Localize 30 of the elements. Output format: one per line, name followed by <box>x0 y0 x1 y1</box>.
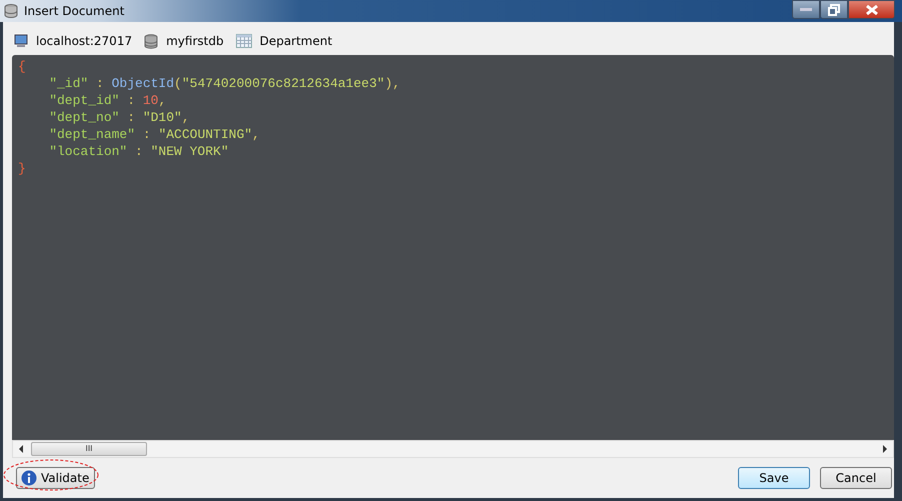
monitor-icon <box>14 34 28 48</box>
code-line: } <box>18 160 26 177</box>
breadcrumb-label: localhost:27017 <box>36 34 132 48</box>
code-line: "location" : "NEW YORK" <box>48 143 229 160</box>
minimize-icon <box>799 6 813 12</box>
code-line: { <box>18 58 26 75</box>
breadcrumb-label: myfirstdb <box>166 34 224 48</box>
window-title: Insert Document <box>24 4 124 18</box>
horizontal-scrollbar[interactable]: III <box>12 440 894 458</box>
scroll-left-icon <box>17 444 25 454</box>
cancel-button[interactable]: Cancel <box>820 467 892 489</box>
close-icon <box>866 4 878 14</box>
breadcrumb-label: Department <box>260 34 332 48</box>
database-icon <box>3 3 19 19</box>
code-editor[interactable]: { "_id" : ObjectId("54740200076c8212634a1ee3"), "dept_id" : 10, "dept_no" : "D10", "dept_name" : "ACCOUNTING", "location" : "NEW YORK" } <box>12 55 894 440</box>
info-icon <box>21 470 37 486</box>
validate-button[interactable]: Validate <box>16 467 96 489</box>
save-button[interactable]: Save <box>738 467 810 489</box>
minimize-button[interactable] <box>792 0 820 19</box>
database-icon <box>144 34 158 48</box>
scroll-right-icon <box>881 444 889 454</box>
restore-icon <box>828 4 840 16</box>
code-line: "dept_name" : "ACCOUNTING", <box>48 126 260 143</box>
table-icon <box>236 34 252 48</box>
close-button[interactable] <box>848 0 895 19</box>
code-line: "dept_id" : 10, <box>48 92 166 109</box>
scrollbar-thumb[interactable]: III <box>31 442 147 456</box>
maximize-button[interactable] <box>820 0 848 19</box>
code-line: "_id" : ObjectId("54740200076c8212634a1ee3"), <box>48 75 400 92</box>
code-line: "dept_no" : "D10", <box>48 109 190 126</box>
